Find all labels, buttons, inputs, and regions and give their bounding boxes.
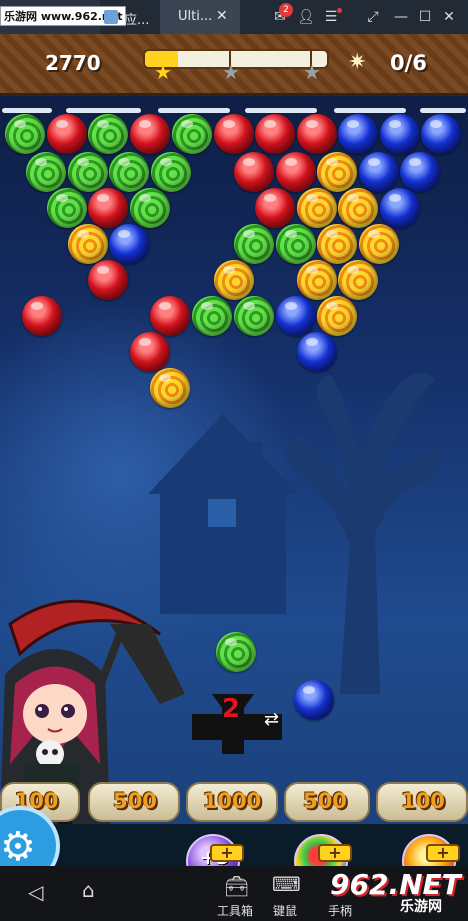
red-bubble: [130, 332, 170, 372]
app-tab-icon: [104, 10, 118, 24]
red-bubble: [47, 114, 87, 154]
booster-fireball-add-button[interactable]: +: [426, 844, 460, 862]
red-bubble: [255, 188, 295, 228]
notification-dot: [337, 8, 342, 13]
blue-bubble: [297, 332, 337, 372]
slot-label: 500: [303, 789, 347, 813]
yellow-bubble: [68, 224, 108, 264]
keyboard-icon[interactable]: ⌨: [272, 872, 301, 896]
close-icon[interactable]: ✕: [440, 8, 458, 26]
keyboard-label: 键鼠: [272, 904, 297, 918]
maximize-icon[interactable]: ☐: [416, 8, 434, 26]
red-bubble: [22, 296, 62, 336]
slot-label: 1000: [202, 789, 262, 813]
green-bubble: [172, 114, 212, 154]
yellow-bubble: [317, 224, 357, 264]
swap-arrows-icon[interactable]: ⇄: [264, 709, 279, 730]
navigation-bar: ◁ ⌂ 🧰︎ 工具箱 ⌨ 键鼠 手柄 962.NET 乐游网: [0, 866, 468, 921]
blue-bubble: [380, 114, 420, 154]
blue-bubble: [109, 224, 149, 264]
green-bubble: [68, 152, 108, 192]
ceiling-rail: [245, 108, 317, 113]
gear-icon: ⚙: [0, 824, 36, 866]
gamepad-label: 手柄: [327, 904, 352, 918]
current-bubble[interactable]: [216, 632, 256, 672]
goal-counter: 0/6: [390, 51, 427, 75]
slot-label: 500: [113, 789, 157, 813]
green-bubble: [109, 152, 149, 192]
tab-app-label: 应...: [124, 13, 150, 28]
red-bubble: [255, 114, 295, 154]
blue-bubble: [380, 188, 420, 228]
score-value: 2770: [45, 51, 101, 75]
yellow-bubble: [317, 296, 357, 336]
user-icon[interactable]: 👤︎: [297, 8, 315, 26]
back-icon[interactable]: ◁: [28, 880, 43, 904]
ceiling-rail: [158, 108, 230, 113]
yellow-bubble: [359, 224, 399, 264]
shots-remaining: 2: [222, 694, 241, 724]
emulator-window: 首页 乐游网 www.962.net 应... Ulti... ✕ ✉ 2 👤︎…: [0, 0, 468, 921]
green-bubble: [276, 224, 316, 264]
booster-plus-five-add-button[interactable]: +: [210, 844, 244, 862]
blue-bubble: [276, 296, 316, 336]
red-bubble: [214, 114, 254, 154]
blue-bubble: [359, 152, 399, 192]
yellow-bubble: [338, 260, 378, 300]
hud-bar: 2770 ★ ★ ★ ✷ 0/6: [0, 34, 468, 96]
toolbox-label: 工具箱: [216, 904, 253, 918]
yellow-bubble: [150, 368, 190, 408]
green-bubble: [151, 152, 191, 192]
red-bubble: [150, 296, 190, 336]
ceiling-rail: [420, 108, 466, 113]
game-canvas[interactable]: 2770 ★ ★ ★ ✷ 0/6 2 ⇄ 100 500 1000 500 10…: [0, 34, 468, 866]
spooky-tree-silhouette: [286, 372, 441, 694]
sparkle-icon: ✷: [348, 50, 367, 75]
red-bubble: [297, 114, 337, 154]
ceiling-rail: [66, 108, 141, 113]
green-bubble: [192, 296, 232, 336]
yellow-bubble: [297, 260, 337, 300]
mail-badge: 2: [279, 3, 293, 17]
red-bubble: [234, 152, 274, 192]
red-bubble: [276, 152, 316, 192]
green-bubble: [5, 114, 45, 154]
red-bubble: [130, 114, 170, 154]
green-bubble: [47, 188, 87, 228]
star-icon-1: ★: [154, 60, 172, 84]
tab-close-icon[interactable]: ✕: [216, 8, 228, 24]
green-bubble: [130, 188, 170, 228]
tab-app[interactable]: 应...: [100, 0, 160, 34]
green-bubble: [234, 296, 274, 336]
ceiling-rail: [334, 108, 406, 113]
green-bubble: [88, 114, 128, 154]
green-bubble: [26, 152, 66, 192]
booster-rainbow-add-button[interactable]: +: [318, 844, 352, 862]
toolbox-icon[interactable]: 🧰︎: [224, 874, 249, 898]
tab-game[interactable]: Ulti... ✕: [160, 0, 240, 34]
blue-bubble: [338, 114, 378, 154]
next-bubble[interactable]: [294, 680, 334, 720]
blue-bubble: [400, 152, 440, 192]
star-icon-2: ★: [222, 60, 240, 84]
yellow-bubble: [338, 188, 378, 228]
ceiling-rail: [2, 108, 52, 113]
red-bubble: [88, 260, 128, 300]
red-bubble: [88, 188, 128, 228]
site-logo-sub: 乐游网: [400, 899, 442, 915]
tab-game-label: Ulti...: [178, 9, 213, 24]
blue-bubble: [421, 114, 461, 154]
home-icon[interactable]: ⌂: [82, 878, 95, 902]
screenshot-icon[interactable]: ⤢: [364, 8, 382, 26]
yellow-bubble: [297, 188, 337, 228]
star-icon-3: ★: [303, 60, 321, 84]
minimize-icon[interactable]: —: [392, 8, 410, 26]
yellow-bubble: [214, 260, 254, 300]
yellow-bubble: [317, 152, 357, 192]
green-bubble: [234, 224, 274, 264]
title-bar: 首页 乐游网 www.962.net 应... Ulti... ✕ ✉ 2 👤︎…: [0, 0, 468, 34]
slot-label: 100: [401, 789, 445, 813]
